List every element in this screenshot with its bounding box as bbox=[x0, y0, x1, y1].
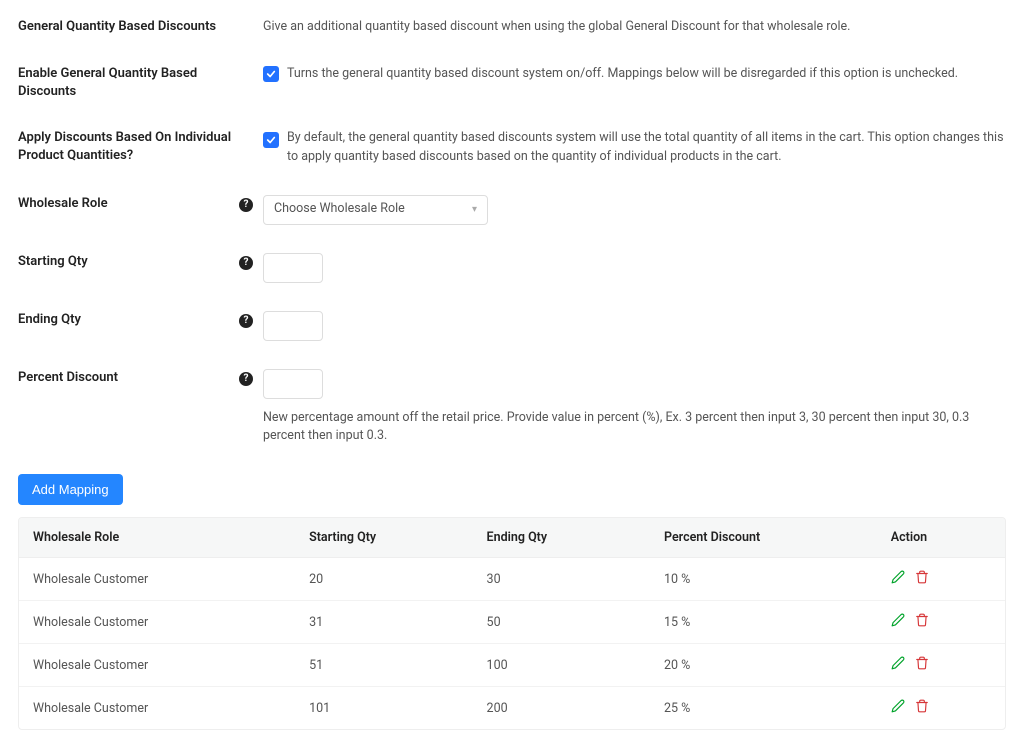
cell-start: 20 bbox=[295, 558, 472, 600]
edit-icon[interactable] bbox=[891, 570, 905, 588]
delete-icon[interactable] bbox=[915, 656, 929, 674]
delete-icon[interactable] bbox=[915, 570, 929, 588]
delete-icon[interactable] bbox=[915, 699, 929, 717]
individual-label: Apply Discounts Based On Individual Prod… bbox=[18, 129, 253, 165]
col-action: Action bbox=[877, 518, 1005, 557]
delete-icon[interactable] bbox=[915, 613, 929, 631]
help-icon[interactable]: ? bbox=[239, 314, 253, 328]
individual-checkbox[interactable] bbox=[263, 132, 279, 148]
individual-description: By default, the general quantity based d… bbox=[287, 129, 1006, 167]
col-discount: Percent Discount bbox=[650, 518, 877, 557]
cell-end: 100 bbox=[473, 644, 650, 686]
end-qty-input[interactable] bbox=[263, 311, 323, 341]
cell-discount: 25 % bbox=[650, 687, 877, 729]
percent-hint: New percentage amount off the retail pri… bbox=[263, 409, 1006, 447]
end-qty-label: Ending Qty bbox=[18, 311, 233, 329]
help-icon[interactable]: ? bbox=[239, 372, 253, 386]
cell-action bbox=[877, 601, 1005, 643]
table-row: Wholesale Customer10120025 % bbox=[19, 687, 1005, 729]
cell-end: 50 bbox=[473, 601, 650, 643]
enable-description: Turns the general quantity based discoun… bbox=[287, 65, 958, 84]
col-start: Starting Qty bbox=[295, 518, 472, 557]
cell-end: 200 bbox=[473, 687, 650, 729]
cell-action bbox=[877, 687, 1005, 729]
section-description: Give an additional quantity based discou… bbox=[263, 18, 1006, 37]
cell-start: 101 bbox=[295, 687, 472, 729]
cell-discount: 10 % bbox=[650, 558, 877, 600]
enable-label: Enable General Quantity Based Discounts bbox=[18, 65, 253, 101]
cell-action bbox=[877, 558, 1005, 600]
edit-icon[interactable] bbox=[891, 613, 905, 631]
role-select[interactable]: Choose Wholesale Role ▾ bbox=[263, 195, 488, 225]
table-header: Wholesale Role Starting Qty Ending Qty P… bbox=[19, 518, 1005, 558]
table-row: Wholesale Customer315015 % bbox=[19, 601, 1005, 644]
mappings-table: Wholesale Role Starting Qty Ending Qty P… bbox=[18, 517, 1006, 730]
percent-label: Percent Discount bbox=[18, 369, 233, 387]
role-label: Wholesale Role bbox=[18, 195, 233, 213]
col-role: Wholesale Role bbox=[19, 518, 295, 557]
cell-discount: 15 % bbox=[650, 601, 877, 643]
cell-role: Wholesale Customer bbox=[19, 644, 295, 686]
percent-input[interactable] bbox=[263, 369, 323, 399]
cell-start: 31 bbox=[295, 601, 472, 643]
cell-action bbox=[877, 644, 1005, 686]
cell-role: Wholesale Customer bbox=[19, 601, 295, 643]
start-qty-input[interactable] bbox=[263, 253, 323, 283]
edit-icon[interactable] bbox=[891, 699, 905, 717]
cell-end: 30 bbox=[473, 558, 650, 600]
table-row: Wholesale Customer5110020 % bbox=[19, 644, 1005, 687]
cell-start: 51 bbox=[295, 644, 472, 686]
cell-discount: 20 % bbox=[650, 644, 877, 686]
start-qty-label: Starting Qty bbox=[18, 253, 233, 271]
enable-checkbox[interactable] bbox=[263, 66, 279, 82]
role-select-value: Choose Wholesale Role bbox=[274, 200, 405, 219]
cell-role: Wholesale Customer bbox=[19, 558, 295, 600]
section-title: General Quantity Based Discounts bbox=[18, 18, 253, 36]
edit-icon[interactable] bbox=[891, 656, 905, 674]
help-icon[interactable]: ? bbox=[239, 198, 253, 212]
chevron-down-icon: ▾ bbox=[472, 202, 477, 217]
help-icon[interactable]: ? bbox=[239, 256, 253, 270]
add-mapping-button[interactable]: Add Mapping bbox=[18, 474, 123, 505]
cell-role: Wholesale Customer bbox=[19, 687, 295, 729]
col-end: Ending Qty bbox=[473, 518, 650, 557]
table-row: Wholesale Customer203010 % bbox=[19, 558, 1005, 601]
